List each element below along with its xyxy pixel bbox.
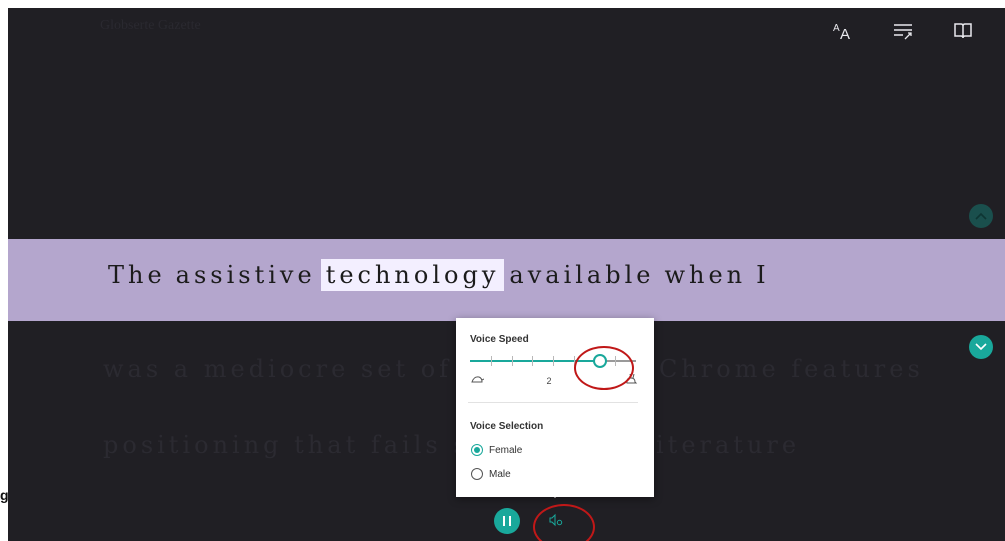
slider-tick <box>512 356 513 366</box>
chevron-down-icon <box>975 343 987 351</box>
voice-option-female[interactable]: Female <box>471 444 522 456</box>
reading-word[interactable]: I <box>751 259 774 291</box>
document-title: Globserte Gazette <box>100 18 201 33</box>
voice-speed-slider[interactable] <box>470 354 636 368</box>
slider-tick <box>532 356 533 366</box>
book-icon <box>954 23 972 39</box>
text-preferences-button[interactable]: A A <box>828 16 858 46</box>
slider-tick <box>553 356 554 366</box>
highlighted-word[interactable]: technology <box>320 259 505 291</box>
grammar-options-button[interactable] <box>888 16 918 46</box>
panel-divider <box>468 402 638 403</box>
immersive-reader: Globserte Gazette A A The assistive techno… <box>8 8 1005 541</box>
edge-glyph: g <box>0 487 9 503</box>
upcoming-line: positioning that fails students of liter… <box>103 431 801 459</box>
svg-text:A: A <box>840 26 850 41</box>
voice-settings-panel: Voice Speed 2 Voice Selection Female Mal… <box>456 318 654 497</box>
radio-selected-dot <box>474 447 480 453</box>
voice-speed-slider-thumb[interactable] <box>593 354 607 368</box>
radio-button[interactable] <box>471 468 483 480</box>
voice-settings-icon <box>549 513 563 527</box>
radio-button[interactable] <box>471 444 483 456</box>
reading-word[interactable]: The <box>103 259 171 291</box>
voice-option-label: Female <box>489 444 523 456</box>
svg-text:A: A <box>833 23 840 34</box>
grammar-options-icon <box>894 24 912 40</box>
voice-speed-slider-fill <box>470 360 599 362</box>
turtle-icon <box>471 376 484 383</box>
slider-tick <box>574 356 575 366</box>
pause-icon <box>503 516 511 526</box>
next-line-button[interactable] <box>969 335 993 359</box>
voice-speed-title: Voice Speed <box>470 334 529 345</box>
play-pause-button[interactable] <box>494 508 520 534</box>
previous-line-button[interactable] <box>969 204 993 228</box>
reading-word[interactable]: when <box>659 259 751 291</box>
reading-word[interactable]: available <box>504 259 659 291</box>
chevron-up-icon <box>975 212 987 220</box>
voice-option-label: Male <box>489 468 511 480</box>
slider-tick <box>491 356 492 366</box>
voice-settings-button[interactable] <box>544 508 568 532</box>
reading-word[interactable]: assistive <box>171 259 321 291</box>
slider-tick <box>615 356 616 366</box>
reading-preferences-button[interactable] <box>948 16 978 46</box>
voice-speed-value: 2 <box>546 376 552 386</box>
rabbit-icon <box>626 373 638 384</box>
text-size-icon: A A <box>833 23 850 41</box>
voice-selection-title: Voice Selection <box>470 421 544 432</box>
current-reading-line: The assistive technology available when I <box>103 259 775 291</box>
voice-option-male[interactable]: Male <box>471 468 511 480</box>
panel-pointer <box>549 491 561 498</box>
